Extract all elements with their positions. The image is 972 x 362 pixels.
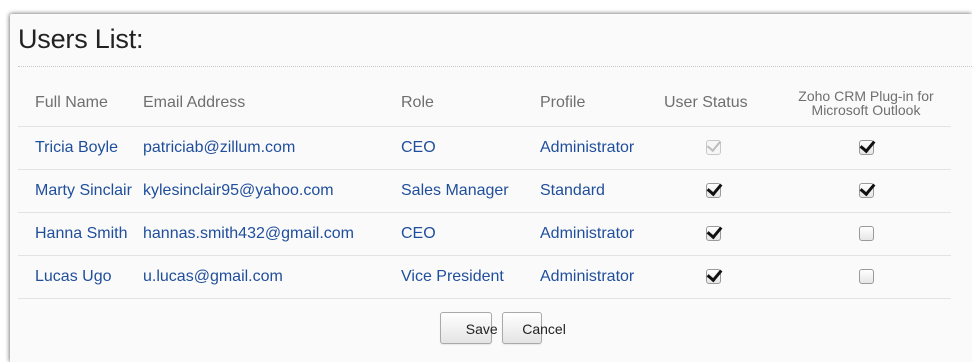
user-role-link[interactable]: CEO [401,126,540,170]
outlook-plugin-checkbox[interactable] [858,183,874,199]
user-status-cell [664,169,781,213]
save-button[interactable]: Save [439,312,498,344]
plugin-cell [781,126,951,170]
user-profile-link[interactable]: Administrator [540,255,664,299]
header-full-name: Full Name [35,94,108,111]
table-row: Hanna Smith hannas.smith432@gmail.com CEO A… [18,212,951,256]
user-full-name-link[interactable]: Tricia Boyle [18,126,143,170]
header-plugin-line2: Microsoft Outlook [811,102,921,118]
user-status-checkbox[interactable] [706,183,721,199]
users-list-panel: Users List: Full Name Email Address Role… [10,14,972,362]
user-full-name-link[interactable]: Hanna Smith [18,212,143,256]
table-row: Tricia Boyle patriciab@zillum.com CEO Admin… [18,126,951,170]
table-row: Lucas Ugo u.lucas@gmail.com Vice President… [18,255,951,299]
user-status-cell [664,255,781,299]
user-role-link[interactable]: CEO [401,212,540,256]
header-email: Email Address [143,94,246,111]
page-title: Users List: [18,24,144,54]
user-status-checkbox[interactable] [706,226,721,242]
cancel-button[interactable]: Cancel [502,312,566,344]
header-user-status: User Status [664,80,781,127]
table-row: Marty Sinclair kylesinclair95@yahoo.com Sa… [18,169,951,213]
table-header-row: Full Name Email Address Role Profile Use… [18,80,951,127]
user-status-cell [664,212,781,256]
header-plugin-line1: Zoho CRM Plug-in for [798,88,934,104]
user-role-link[interactable]: Sales Manager [401,169,540,213]
form-actions: Save Cancel [10,312,972,344]
plugin-cell [781,169,951,213]
user-full-name-link[interactable]: Marty Sinclair [18,169,143,213]
outlook-plugin-checkbox[interactable] [858,269,874,285]
plugin-cell [781,255,951,299]
outlook-plugin-checkbox[interactable] [858,226,874,242]
user-email-link[interactable]: patriciab@zillum.com [143,126,401,170]
user-full-name-link[interactable]: Lucas Ugo [18,255,143,299]
user-profile-link[interactable]: Standard [540,169,664,213]
user-email-link[interactable]: hannas.smith432@gmail.com [143,212,401,256]
header-profile: Profile [540,94,586,111]
user-email-link[interactable]: u.lucas@gmail.com [143,255,401,299]
header-role: Role [401,94,434,111]
user-role-link[interactable]: Vice President [401,255,540,299]
header-user-status-label: User Status [664,94,748,111]
header-plugin: Zoho CRM Plug-in for Microsoft Outlook [781,80,951,127]
user-status-checkbox[interactable] [706,269,721,285]
user-email-link[interactable]: kylesinclair95@yahoo.com [143,169,401,213]
plugin-cell [781,212,951,256]
user-profile-link[interactable]: Administrator [540,212,664,256]
outlook-plugin-checkbox[interactable] [858,140,874,156]
users-table: Full Name Email Address Role Profile Use… [18,80,951,299]
user-status-cell [664,126,781,170]
user-profile-link[interactable]: Administrator [540,126,664,170]
title-divider [18,66,972,67]
user-status-checkbox [706,140,721,156]
